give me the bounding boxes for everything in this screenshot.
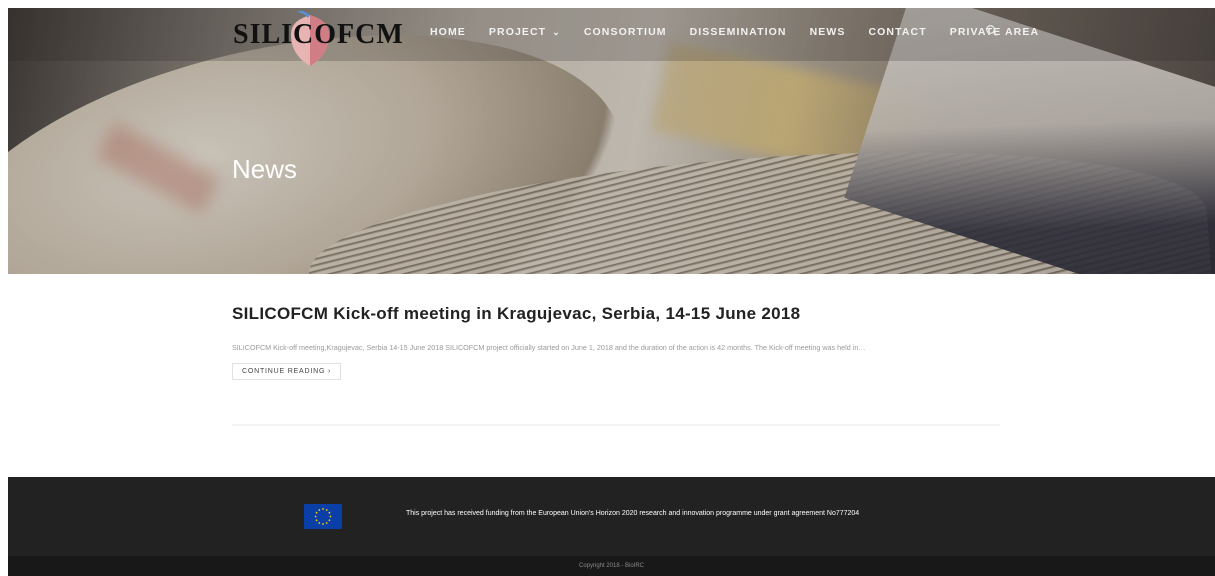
continue-reading-button[interactable]: CONTINUE READING › (232, 363, 342, 380)
nav-project-label: PROJECT (488, 26, 547, 38)
footer-copyright-bar: Copyright 2018 - BioIRC (8, 556, 1215, 576)
chevron-down-icon: ⌄ (552, 27, 561, 37)
nav-home[interactable]: HOME (430, 26, 466, 38)
post-title[interactable]: SILICOFCM Kick-off meeting in Kragujevac… (232, 304, 1000, 324)
hero-banner: SILICOFCM HOME PROJECT ⌄ CONSORTIUM DISSE… (8, 8, 1215, 274)
post-excerpt: SILICOFCM Kick-off meeting,Kragujevac, S… (232, 343, 866, 352)
nav-consortium[interactable]: CONSORTIUM (584, 26, 667, 38)
site-logo[interactable]: SILICOFCM (233, 11, 403, 66)
nav-project[interactable]: PROJECT ⌄ (489, 26, 561, 38)
funding-statement: This project has received funding from t… (406, 510, 860, 517)
main-menu: HOME PROJECT ⌄ CONSORTIUM DISSEMINATION N… (430, 26, 1062, 38)
logo-text-right: FCM (337, 19, 404, 50)
eu-flag-icon (304, 504, 342, 529)
logo-text-mid: CO (293, 19, 338, 50)
copyright-text: Copyright 2018 - BioIRC (578, 563, 645, 569)
logo-text: SILICOFCM (233, 19, 404, 51)
top-navigation: SILICOFCM HOME PROJECT ⌄ CONSORTIUM DISSE… (8, 8, 1215, 66)
nav-news[interactable]: NEWS (810, 26, 846, 38)
news-post: SILICOFCM Kick-off meeting in Kragujevac… (232, 304, 1000, 380)
page-title: News (232, 154, 298, 184)
nav-dissemination[interactable]: DISSEMINATION (690, 26, 787, 38)
page: SILICOFCM HOME PROJECT ⌄ CONSORTIUM DISSE… (8, 8, 1215, 576)
footer-funding: This project has received funding from t… (8, 477, 1215, 556)
search-icon[interactable] (985, 24, 999, 38)
logo-text-left: SILI (233, 19, 294, 50)
nav-contact[interactable]: CONTACT (868, 26, 926, 38)
post-divider (232, 424, 1000, 426)
